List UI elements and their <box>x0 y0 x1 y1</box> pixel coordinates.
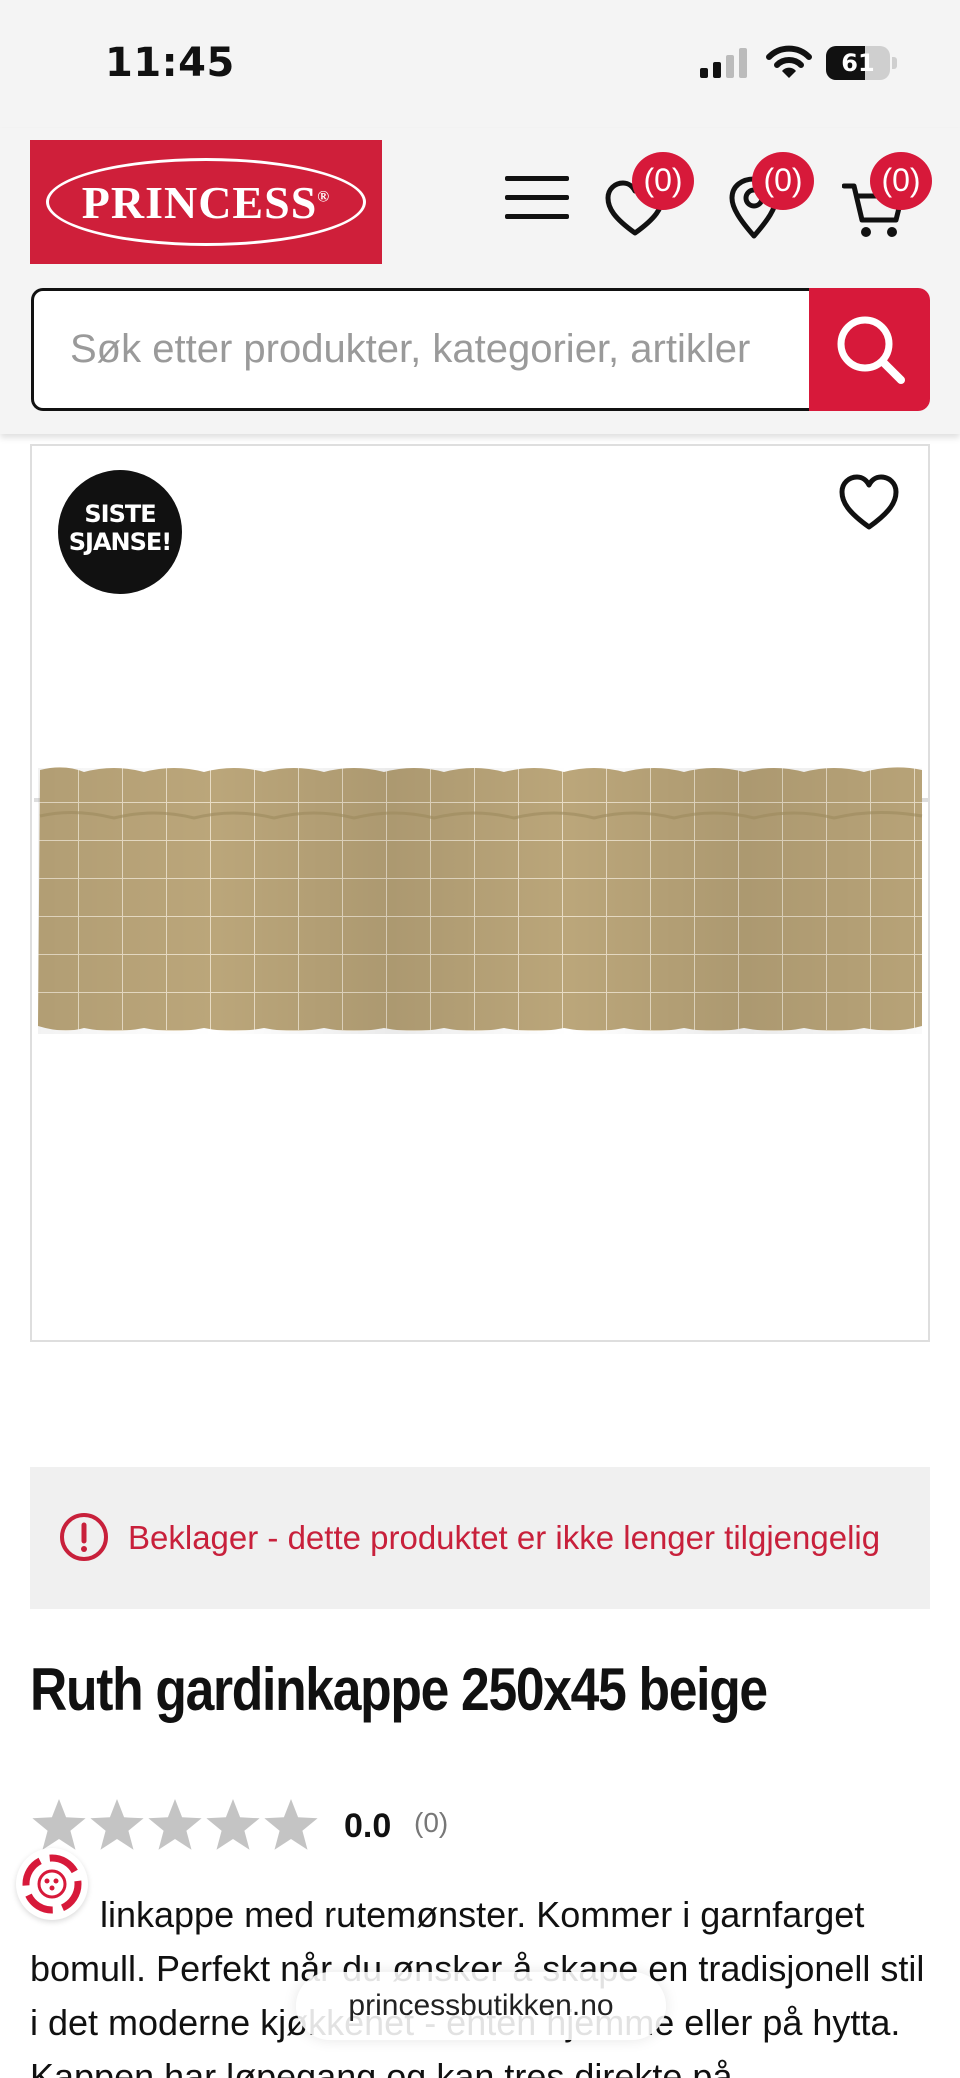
cellular-signal-icon <box>700 48 747 78</box>
chat-widget-icon <box>22 1854 82 1914</box>
rating-star <box>90 1799 144 1850</box>
alert-icon <box>60 1513 108 1561</box>
product-image-frame: SISTE SJANSE! <box>30 444 930 1342</box>
logo-text: PRINCESS® <box>81 177 331 228</box>
rating-star <box>206 1799 260 1850</box>
search-icon <box>837 316 905 384</box>
rating-count: (0) <box>414 1807 449 1838</box>
product-image-curtain <box>34 767 928 1034</box>
product-title: Ruth gardinkappe 250x45 beige <box>30 1656 768 1723</box>
wifi-icon <box>766 45 812 78</box>
search-button[interactable] <box>809 288 930 411</box>
status-time: 11:45 <box>105 40 235 86</box>
add-to-wishlist-heart-icon[interactable] <box>838 474 900 532</box>
battery-icon: 61 <box>826 46 897 80</box>
floating-chat-button[interactable] <box>16 1848 88 1920</box>
search-input[interactable] <box>70 291 800 408</box>
site-header: PRINCESS® (0) (0) (0) <box>0 128 960 434</box>
stores-count-badge: (0) <box>752 152 814 210</box>
stores-button[interactable]: (0) <box>724 152 814 244</box>
wishlist-count-badge: (0) <box>632 152 694 210</box>
cart-count-badge: (0) <box>870 152 932 210</box>
rating-value: 0.0 <box>344 1807 392 1845</box>
battery-level: 61 <box>841 49 875 77</box>
search-field <box>31 288 811 411</box>
princess-logo[interactable]: PRINCESS® <box>30 140 382 264</box>
status-bar: 11:45 61 <box>0 0 960 128</box>
last-chance-badge: SISTE SJANSE! <box>58 470 182 594</box>
rating-star <box>264 1799 318 1850</box>
cart-button[interactable]: (0) <box>842 152 932 244</box>
search-bar <box>31 288 930 411</box>
rating-star <box>148 1799 202 1850</box>
rating-star <box>32 1799 86 1850</box>
wishlist-button[interactable]: (0) <box>604 152 694 244</box>
unavailable-message: Beklager - dette produktet er ikke lenge… <box>128 1519 881 1556</box>
menu-icon[interactable] <box>505 176 569 222</box>
product-rating[interactable]: 0.0 (0) <box>30 1795 630 1859</box>
browser-url-pill[interactable]: princessbutikken.no <box>296 1972 666 2040</box>
unavailable-notice: Beklager - dette produktet er ikke lenge… <box>30 1467 930 1609</box>
